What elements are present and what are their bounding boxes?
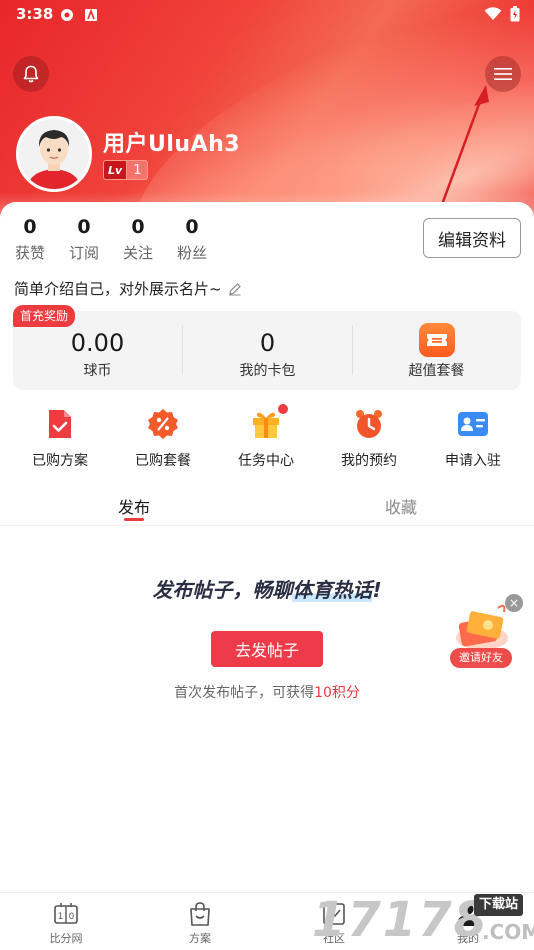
- edit-pencil-icon: [228, 282, 241, 295]
- status-bar: 3:38: [0, 0, 534, 30]
- watermark-number: 17178: [312, 892, 489, 948]
- watermark-tag: 下载站: [474, 894, 524, 916]
- wifi-icon: [484, 7, 502, 20]
- shortcut-purchased-plans[interactable]: 已购方案: [10, 408, 110, 470]
- avatar-illustration: [19, 119, 89, 189]
- shortcut-label: 已购套餐: [135, 453, 191, 469]
- shortcut-label: 任务中心: [238, 453, 294, 469]
- bell-icon: [23, 65, 39, 83]
- tab-publish[interactable]: 发布: [118, 494, 150, 518]
- level-prefix: Lv: [103, 160, 128, 180]
- active-tab-indicator: [124, 518, 144, 521]
- coins-value: 0.00: [70, 329, 125, 357]
- hamburger-menu-icon: [494, 68, 512, 80]
- battery-icon: [510, 6, 520, 22]
- coins-label: 球币: [83, 363, 112, 379]
- coins-cell[interactable]: 0.00 球币: [13, 311, 182, 390]
- value-package-cell[interactable]: 超值套餐: [352, 311, 521, 390]
- avatar[interactable]: [16, 116, 92, 192]
- shortcut-purchased-packages[interactable]: 已购套餐: [113, 408, 213, 470]
- gift-icon: [253, 412, 279, 438]
- close-icon[interactable]: ×: [505, 594, 523, 612]
- content-tabs: 发布 收藏: [0, 490, 534, 526]
- username: 用户UluAh3: [103, 132, 241, 157]
- nav-label: 比分网: [49, 932, 83, 945]
- notification-dot: [278, 404, 288, 414]
- shopping-bag-icon: [190, 902, 210, 926]
- stat-subscriptions[interactable]: 0 订阅: [62, 216, 106, 263]
- wallet-panel: 首充奖励 0.00 球币 0 我的卡包 超值套餐: [13, 305, 521, 390]
- stat-label: 粉丝: [176, 244, 207, 262]
- nav-item-plans[interactable]: 方案: [160, 901, 240, 946]
- level-badge: Lv 1: [103, 160, 149, 180]
- invite-friends-label[interactable]: 邀请好友: [450, 648, 512, 668]
- nav-item-scores[interactable]: 1 0 比分网: [26, 901, 106, 946]
- site-watermark: 17178 下载站 .COM: [312, 890, 534, 950]
- hint-text: 首次发布帖子，可获得: [174, 685, 315, 701]
- tab-favorites[interactable]: 收藏: [385, 494, 417, 518]
- card-wallet-cell[interactable]: 0 我的卡包: [183, 311, 352, 390]
- bio-text: 简单介绍自己，对外展示名片~: [14, 280, 222, 298]
- alarm-clock-icon: [356, 410, 382, 438]
- package-label: 超值套餐: [408, 363, 465, 379]
- stat-likes[interactable]: 0 获赞: [8, 216, 52, 263]
- discount-badge-icon: [148, 409, 178, 439]
- notification-button[interactable]: [13, 56, 49, 92]
- stat-value: 0: [131, 216, 145, 238]
- nav-label: 方案: [189, 932, 211, 945]
- shortcut-label: 我的预约: [341, 453, 397, 469]
- stat-value: 0: [23, 216, 37, 238]
- bio-line[interactable]: 简单介绍自己，对外展示名片~: [14, 278, 242, 299]
- shortcut-label: 已购方案: [32, 453, 88, 469]
- svg-text:1: 1: [58, 912, 64, 922]
- watermark-domain: .COM: [482, 920, 534, 944]
- create-post-button[interactable]: 去发帖子: [211, 631, 323, 667]
- stat-fans[interactable]: 0 粉丝: [170, 216, 214, 263]
- id-card-icon: [458, 412, 488, 436]
- scoreboard-icon: 1 0: [54, 903, 78, 924]
- shortcut-row: 已购方案 已购套餐 任务中心 我的预约 申请入驻: [0, 404, 534, 470]
- document-check-icon: [49, 410, 71, 438]
- stat-label: 关注: [122, 244, 153, 262]
- cards-label: 我的卡包: [239, 363, 296, 379]
- shortcut-task-center[interactable]: 任务中心: [216, 404, 316, 470]
- stat-value: 0: [77, 216, 91, 238]
- app-notification-icon: [61, 9, 73, 21]
- status-time: 3:38: [16, 5, 54, 23]
- ticket-icon: [418, 323, 455, 357]
- first-post-hint: 首次发布帖子，可获得10积分: [0, 682, 534, 702]
- hint-points: 10积分: [314, 685, 360, 701]
- stats-panel: 0 获赞 0 订阅 0 关注 0 粉丝 编辑资料: [0, 202, 534, 277]
- cards-value: 0: [259, 329, 276, 357]
- shortcut-apply-join[interactable]: 申请入驻: [423, 408, 523, 470]
- shortcut-label: 申请入驻: [445, 453, 501, 469]
- svg-text:0: 0: [69, 912, 75, 922]
- stat-label: 订阅: [68, 244, 99, 262]
- level-number: 1: [127, 160, 149, 180]
- app-notification-icon-2: [85, 8, 97, 21]
- empty-title-highlight: 体育热话: [292, 578, 373, 602]
- empty-title-part1: 发布帖子，畅聊: [152, 578, 293, 602]
- stat-following[interactable]: 0 关注: [116, 216, 160, 263]
- empty-title-part2: !: [372, 578, 382, 602]
- edit-profile-button[interactable]: 编辑资料: [423, 218, 521, 258]
- stat-label: 获赞: [14, 244, 45, 262]
- stat-value: 0: [185, 216, 199, 238]
- shortcut-my-appointments[interactable]: 我的预约: [319, 408, 419, 470]
